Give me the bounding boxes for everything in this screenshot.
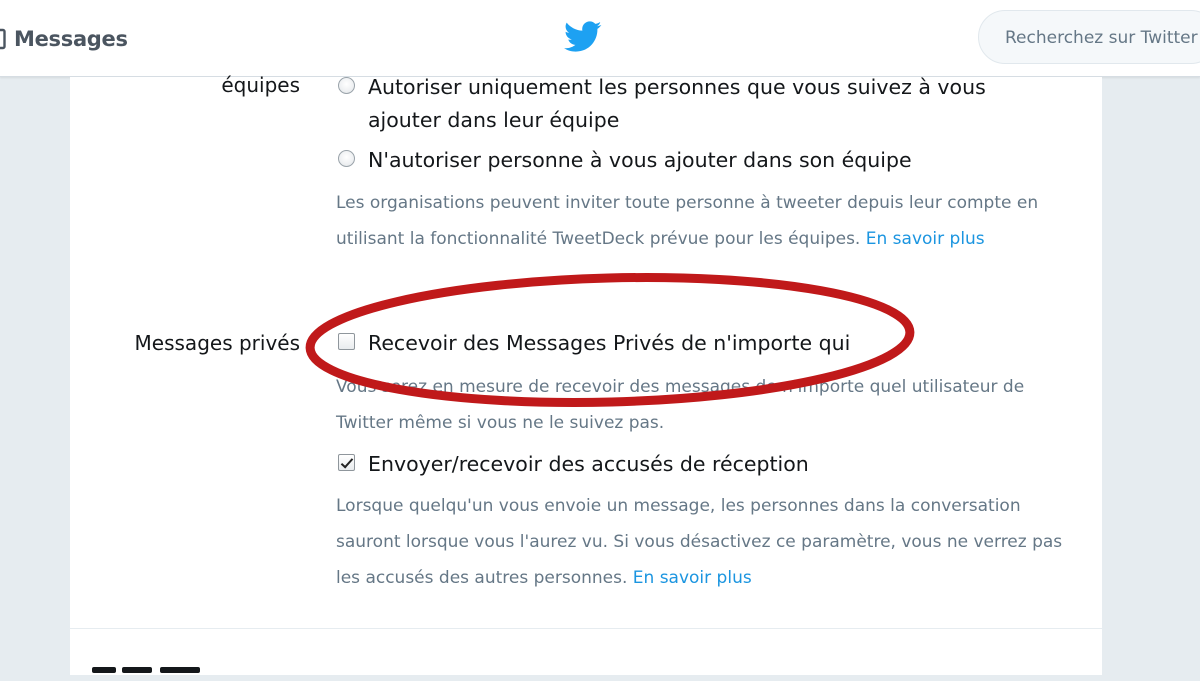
- search-input[interactable]: [1003, 11, 1200, 65]
- teams-followers-label[interactable]: Autoriser uniquement les personnes que v…: [368, 71, 1058, 137]
- dm-receive-anyone-checkbox[interactable]: [338, 333, 355, 350]
- teams-nobody-radio[interactable]: [338, 150, 355, 167]
- dm-read-receipts-checkbox[interactable]: [338, 454, 355, 471]
- teams-option-followers[interactable]: Autoriser uniquement les personnes que v…: [338, 71, 1058, 137]
- teams-section-label: équipes: [221, 73, 300, 97]
- teams-help-text: Les organisations peuvent inviter toute …: [336, 185, 1056, 257]
- section-divider: [70, 628, 1102, 629]
- next-section-heading-partial: [92, 661, 232, 681]
- dm-read-receipts-option[interactable]: Envoyer/recevoir des accusés de réceptio…: [338, 448, 1058, 481]
- teams-nobody-label[interactable]: N'autoriser personne à vous ajouter dans…: [368, 144, 912, 177]
- dm-read-receipts-label[interactable]: Envoyer/recevoir des accusés de réceptio…: [368, 448, 809, 481]
- mail-icon: [0, 28, 6, 50]
- teams-learn-more-link[interactable]: En savoir plus: [866, 229, 985, 249]
- twitter-bird-icon[interactable]: [564, 21, 602, 53]
- teams-followers-radio[interactable]: [338, 77, 355, 94]
- nav-messages[interactable]: Messages: [0, 24, 128, 54]
- dm-read-receipts-help: Lorsque quelqu'un vous envoie un message…: [336, 488, 1066, 596]
- nav-messages-label: Messages: [14, 27, 128, 51]
- dm-receive-anyone-option[interactable]: Recevoir des Messages Privés de n'import…: [338, 327, 1058, 360]
- dm-section-label: Messages privés: [134, 331, 300, 355]
- settings-card: équipes Autoriser uniquement les personn…: [70, 73, 1102, 675]
- dm-receive-anyone-help: Vous serez en mesure de recevoir des mes…: [336, 377, 1025, 433]
- dm-receive-anyone-label[interactable]: Recevoir des Messages Privés de n'import…: [368, 327, 850, 360]
- search-box[interactable]: [978, 10, 1200, 65]
- dm-read-receipts-learn-more-link[interactable]: En savoir plus: [633, 568, 752, 588]
- top-navigation-bar: Messages: [0, 0, 1200, 77]
- teams-option-nobody[interactable]: N'autoriser personne à vous ajouter dans…: [338, 144, 1058, 177]
